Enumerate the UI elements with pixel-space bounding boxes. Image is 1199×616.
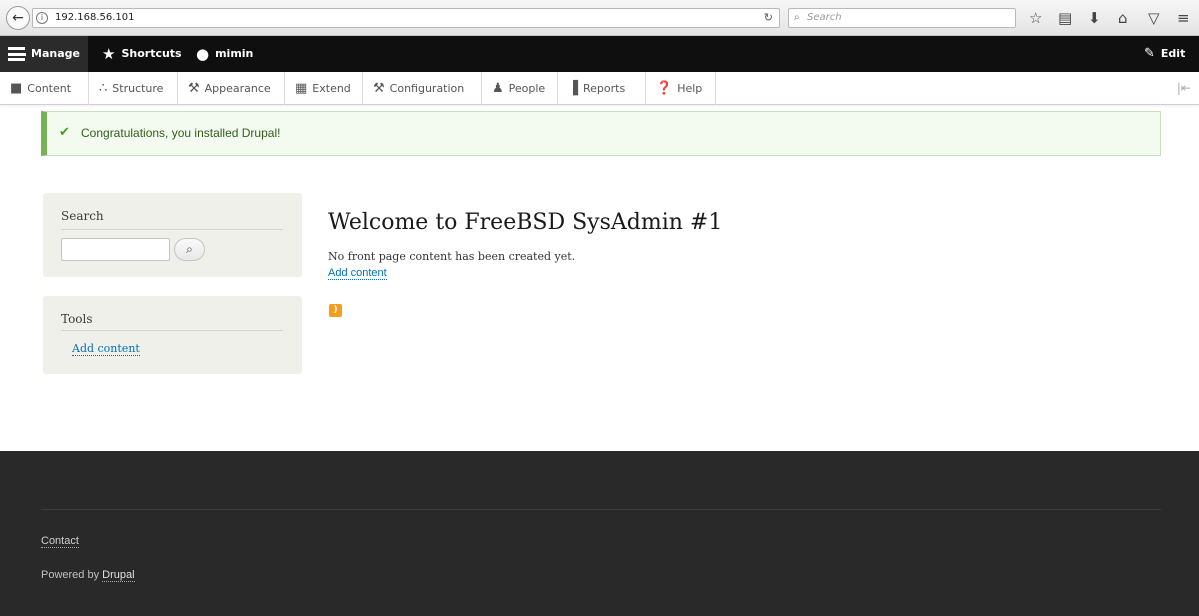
status-message: ✔ Congratulations, you installed Drupal! [41,111,1161,156]
divider [61,229,283,230]
tray-item-label: Content [27,82,72,95]
reload-icon[interactable]: ↻ [764,9,773,27]
tray-item-label: Reports [583,82,626,95]
pocket-icon[interactable]: ▽ [1148,9,1160,27]
search-block-title: Search [61,209,104,223]
search-block: Search ⌕ [43,193,302,277]
hamburger-icon [8,47,27,61]
footer: Contact Powered by Drupal [0,451,1199,616]
tray-item-label: Configuration [389,82,465,95]
search-button[interactable]: ⌕ [174,238,205,261]
toolbar-user-label: mimin [215,47,254,60]
powered-by-text: Powered by [41,569,103,581]
tray-item-label: People [508,82,546,95]
tray-item-structure[interactable]: ∴ Structure [89,72,178,105]
tray-item-people[interactable]: ♟ People [482,72,558,105]
people-icon: ♟ [492,81,504,96]
admin-toolbar: Manage ★ Shortcuts ● mimin ✎ Edit [0,36,1199,72]
search-icon: ⌕ [794,12,800,23]
info-icon[interactable]: i [36,12,48,24]
tools-block: Tools Add content [43,296,302,374]
structure-icon: ∴ [99,81,108,96]
tools-block-title: Tools [61,312,93,326]
browser-search-placeholder: Search [807,12,842,23]
toolbar-edit-label: Edit [1160,47,1186,60]
status-message-text: Congratulations, you installed Drupal! [81,126,281,140]
toolbar-manage[interactable]: Manage [0,36,88,72]
bookmark-star-icon[interactable]: ☆ [1029,9,1042,27]
configuration-icon: ⚒ [373,81,385,96]
back-icon[interactable]: ← [6,6,30,30]
toolbar-manage-label: Manage [31,47,80,60]
toolbar-shortcuts-label: Shortcuts [121,47,182,60]
download-icon[interactable]: ⬇ [1088,9,1101,27]
divider [41,509,1161,510]
user-icon: ● [196,45,210,63]
powered-by: Powered by Drupal [41,569,135,582]
drupal-link[interactable]: Drupal [102,569,135,582]
tray-item-reports[interactable]: ▐ Reports [558,72,646,105]
search-icon: ⌕ [186,242,193,256]
reading-list-icon[interactable]: ▤ [1058,9,1072,27]
page-title: Welcome to FreeBSD SysAdmin #1 [328,210,723,235]
tray-item-label: Extend [312,82,351,95]
url-bar[interactable]: i 192.168.56.101 ↻ [32,8,780,28]
tools-add-content-link[interactable]: Add content [72,342,140,356]
collapse-tray-icon[interactable]: |⇤ [1177,72,1191,105]
tray-item-appearance[interactable]: ⚒ Appearance [178,72,285,105]
tray-item-content[interactable]: ■ Content [0,72,89,105]
appearance-icon: ⚒ [188,81,200,96]
rss-feed-icon[interactable]: ) [329,304,342,317]
add-content-link[interactable]: Add content [328,267,387,280]
toolbar-user[interactable]: ● mimin [188,36,261,72]
tray-item-configuration[interactable]: ⚒ Configuration [363,72,482,105]
browser-toolbar: ← i 192.168.56.101 ↻ ⌕ Search ☆ ▤ ⬇ ⌂ ▽ … [0,0,1199,36]
tray-item-label: Appearance [204,82,271,95]
search-input[interactable] [61,238,170,261]
toolbar-shortcuts[interactable]: ★ Shortcuts [94,36,190,72]
extend-icon: ▦ [295,81,308,96]
url-text: 192.168.56.101 [55,12,135,23]
menu-icon[interactable]: ≡ [1177,9,1190,27]
home-icon[interactable]: ⌂ [1118,9,1128,27]
tray-item-label: Structure [112,82,164,95]
contact-link[interactable]: Contact [41,535,79,548]
help-icon: ❓ [656,81,673,96]
pencil-icon: ✎ [1144,46,1155,61]
empty-front-page-text: No front page content has been created y… [328,250,576,263]
reports-icon: ▐ [568,81,578,96]
toolbar-edit[interactable]: ✎ Edit [1136,36,1193,72]
content-icon: ■ [10,81,23,96]
check-icon: ✔ [59,125,70,140]
toolbar-tray: ■ Content ∴ Structure ⚒ Appearance ▦ Extend … [0,72,1199,105]
tray-item-help[interactable]: ❓ Help [646,72,716,105]
star-icon: ★ [102,45,116,63]
tray-item-label: Help [677,82,703,95]
browser-search-input[interactable]: ⌕ Search [788,8,1016,28]
divider [61,330,283,331]
tray-item-extend[interactable]: ▦ Extend [285,72,363,105]
